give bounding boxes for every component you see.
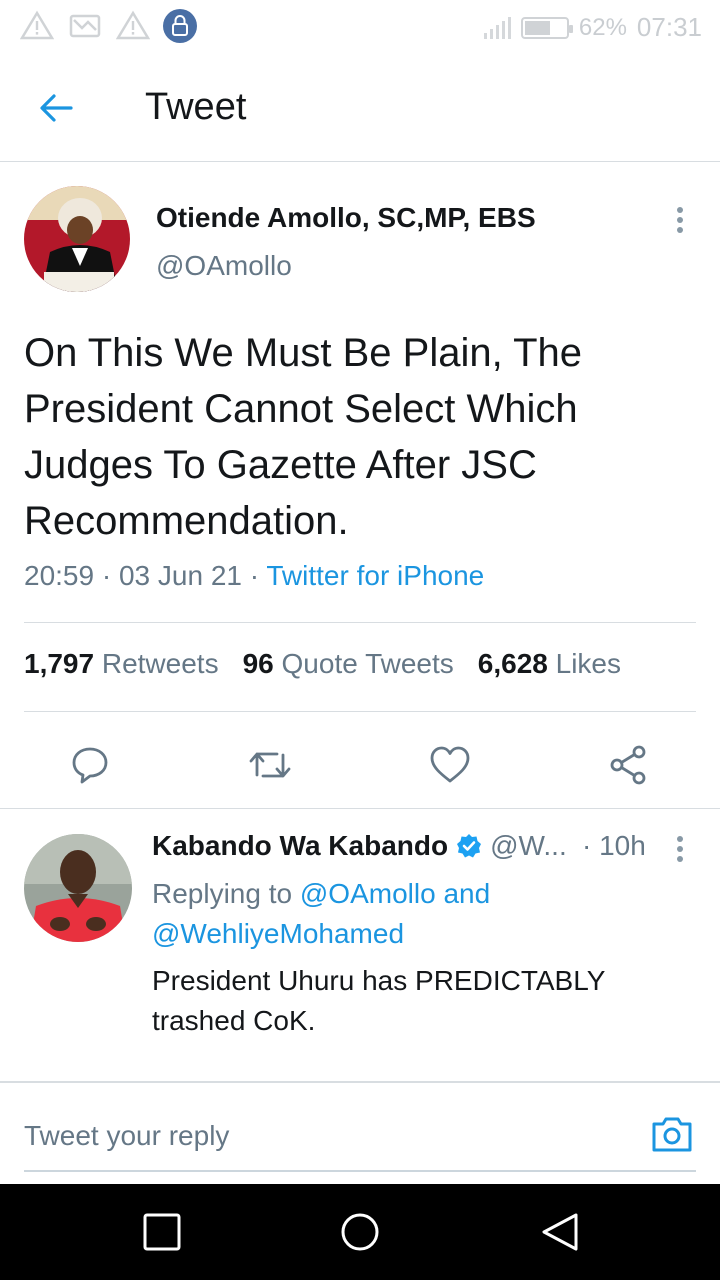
status-bar: 62% 07:31 (0, 0, 720, 52)
system-nav-bar (0, 1184, 720, 1280)
reply-tweet[interactable]: Kabando Wa Kabando @W... · 10h Replying … (0, 808, 720, 1083)
replying-to: Replying to @OAmollo and @WehliyeMohamed (152, 874, 572, 954)
reply-button[interactable] (65, 740, 115, 790)
author-avatar[interactable] (24, 186, 130, 292)
more-options-icon[interactable] (668, 834, 692, 864)
retweet-icon (249, 752, 291, 778)
tweet-stats: 1,797 Retweets 96 Quote Tweets 6,628 Lik… (24, 648, 621, 680)
warning-icon (20, 10, 54, 40)
mention-link[interactable]: @OAmollo (300, 878, 436, 909)
tweet-time: 20:59 (24, 560, 95, 591)
share-button[interactable] (604, 740, 654, 790)
replying-and: and (443, 878, 491, 909)
camera-icon[interactable] (650, 1112, 694, 1156)
signal-icon (483, 16, 511, 39)
retweet-button[interactable] (245, 740, 295, 790)
tweet-actions (0, 732, 720, 808)
reply-header: Kabando Wa Kabando @W... (152, 830, 567, 862)
replying-prefix: Replying to (152, 878, 293, 909)
author-name[interactable]: Otiende Amollo, SC,MP, EBS (156, 202, 536, 234)
reply-composer (24, 1106, 696, 1172)
tweet-source-link[interactable]: Twitter for iPhone (266, 560, 484, 591)
reply-author-handle[interactable]: @W... (490, 830, 567, 862)
back-triangle-icon[interactable] (538, 1210, 582, 1254)
reply-icon (72, 747, 108, 784)
top-app-bar: Tweet (0, 52, 720, 162)
reply-author-name[interactable]: Kabando Wa Kabando (152, 830, 448, 862)
likes-stat[interactable]: 6,628 Likes (478, 648, 621, 680)
tweet-text: On This We Must Be Plain, The President … (24, 331, 583, 543)
back-button[interactable] (34, 86, 78, 130)
reply-input[interactable] (24, 1114, 584, 1158)
verified-badge-icon (457, 834, 482, 858)
retweets-stat[interactable]: 1,797 Retweets (24, 648, 219, 680)
battery-icon (520, 16, 573, 39)
warning-icon (116, 10, 150, 40)
divider (24, 711, 696, 712)
reply-author-avatar[interactable] (24, 834, 132, 942)
meta-separator: · (249, 560, 260, 591)
page-title: Tweet (145, 86, 247, 128)
author-handle[interactable]: @OAmollo (156, 250, 292, 282)
quote-tweets-stat[interactable]: 96 Quote Tweets (243, 648, 454, 680)
like-icon (430, 746, 470, 783)
tweet-date: 03 Jun 21 (118, 560, 242, 591)
missed-call-icon (69, 14, 101, 38)
like-button[interactable] (425, 740, 475, 790)
more-options-icon[interactable] (668, 204, 692, 236)
arrow-left-icon (40, 94, 73, 122)
clock: 07:31 (636, 12, 702, 42)
battery-percent: 62% (578, 13, 627, 41)
divider (24, 622, 696, 623)
home-circle-icon[interactable] (338, 1210, 382, 1254)
reply-time: · 10h (582, 830, 646, 861)
reply-text: President Uhuru has PREDICTABLY trashed … (152, 965, 605, 1036)
tweet-metadata: 20:59 · 03 Jun 21 · Twitter for iPhone (24, 560, 484, 592)
meta-separator: · (101, 560, 112, 591)
mention-link[interactable]: @WehliyeMohamed (152, 918, 404, 949)
recents-square-icon[interactable] (140, 1210, 184, 1254)
share-icon (610, 745, 646, 785)
vpn-lock-icon (163, 9, 197, 43)
